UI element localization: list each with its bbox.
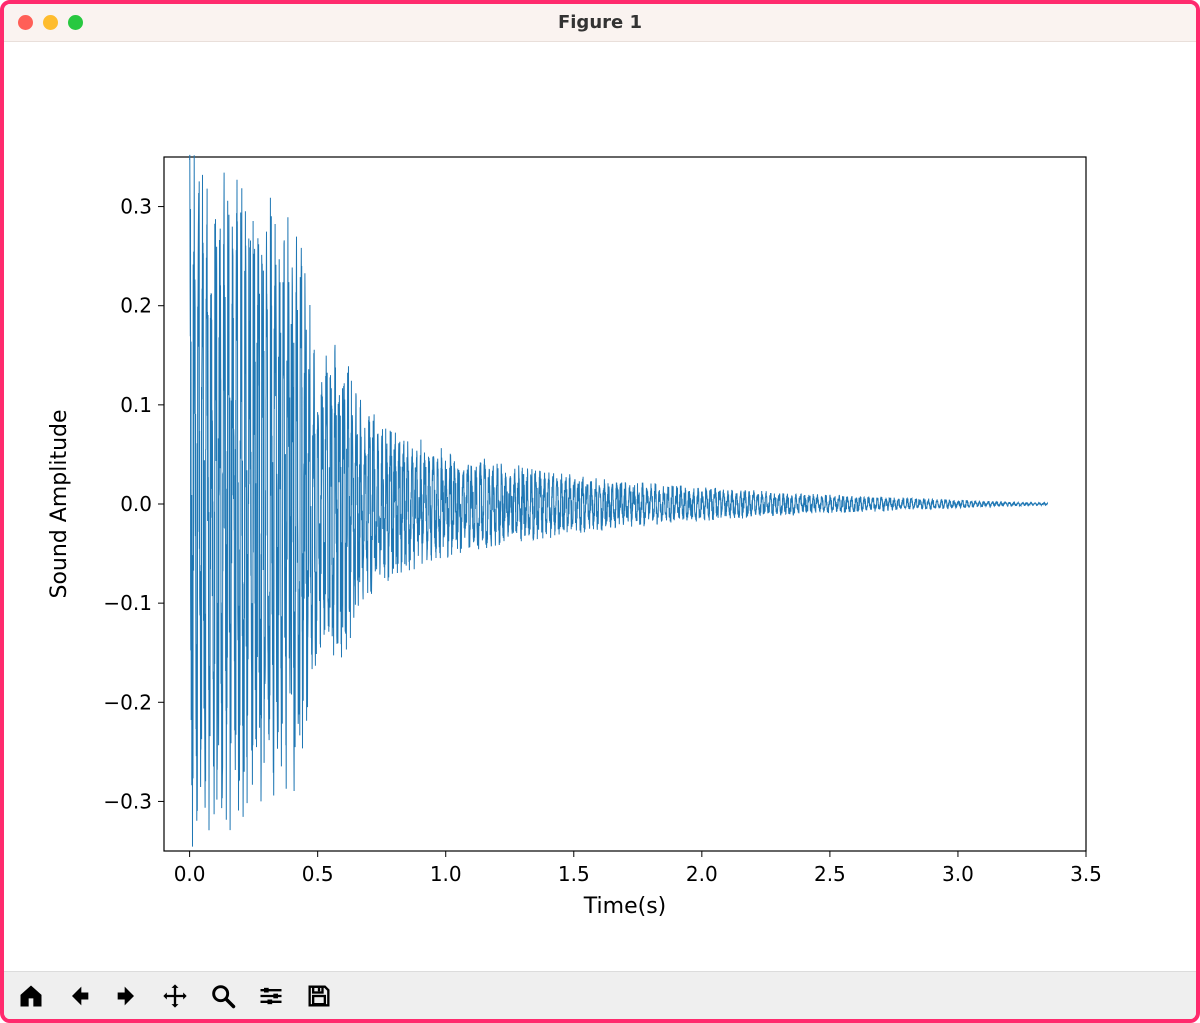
- y-tick-label: −0.2: [103, 690, 152, 714]
- home-icon: [17, 982, 45, 1010]
- save-icon: [305, 982, 333, 1010]
- titlebar: Figure 1: [4, 4, 1196, 42]
- home-button[interactable]: [8, 976, 54, 1016]
- x-tick-label: 1.5: [558, 862, 590, 886]
- forward-button[interactable]: [104, 976, 150, 1016]
- zoom-button[interactable]: [200, 976, 246, 1016]
- x-tick-label: 0.0: [174, 862, 206, 886]
- arrow-left-icon: [65, 982, 93, 1010]
- window-title: Figure 1: [4, 12, 1196, 33]
- x-tick-label: 2.5: [814, 862, 846, 886]
- x-tick-label: 0.5: [302, 862, 334, 886]
- save-button[interactable]: [296, 976, 342, 1016]
- x-axis-label: Time(s): [583, 894, 666, 919]
- magnify-icon: [209, 982, 237, 1010]
- x-tick-label: 2.0: [686, 862, 718, 886]
- y-tick-label: 0.2: [120, 294, 152, 318]
- y-tick-label: −0.3: [103, 789, 152, 813]
- pan-button[interactable]: [152, 976, 198, 1016]
- close-window-button[interactable]: [18, 15, 33, 30]
- window-frame: Figure 1 0.0 0.5 1.0 1.5 2.0 2.5 3.0 3.5 −0.3 −0.…: [0, 0, 1200, 1023]
- configure-button[interactable]: [248, 976, 294, 1016]
- y-tick-label: −0.1: [103, 591, 152, 615]
- back-button[interactable]: [56, 976, 102, 1016]
- x-tick-label: 1.0: [430, 862, 462, 886]
- zoom-window-button[interactable]: [68, 15, 83, 30]
- y-tick-label: 0.1: [120, 393, 152, 417]
- plot-svg: 0.0 0.5 1.0 1.5 2.0 2.5 3.0 3.5 −0.3 −0.2 −0.1 0.0 0…: [4, 42, 1196, 971]
- minimize-window-button[interactable]: [43, 15, 58, 30]
- y-axis-label: Sound Amplitude: [47, 409, 72, 598]
- y-tick-label: 0.3: [120, 195, 152, 219]
- waveform-line: [190, 155, 1048, 847]
- arrow-right-icon: [113, 982, 141, 1010]
- x-tick-label: 3.0: [942, 862, 974, 886]
- figure-canvas[interactable]: 0.0 0.5 1.0 1.5 2.0 2.5 3.0 3.5 −0.3 −0.2 −0.1 0.0 0…: [4, 42, 1196, 971]
- x-tick-label: 3.5: [1070, 862, 1102, 886]
- matplotlib-toolbar: [4, 971, 1196, 1019]
- traffic-lights: [4, 15, 83, 30]
- sliders-icon: [257, 982, 285, 1010]
- move-icon: [161, 982, 189, 1010]
- y-tick-label: 0.0: [120, 492, 152, 516]
